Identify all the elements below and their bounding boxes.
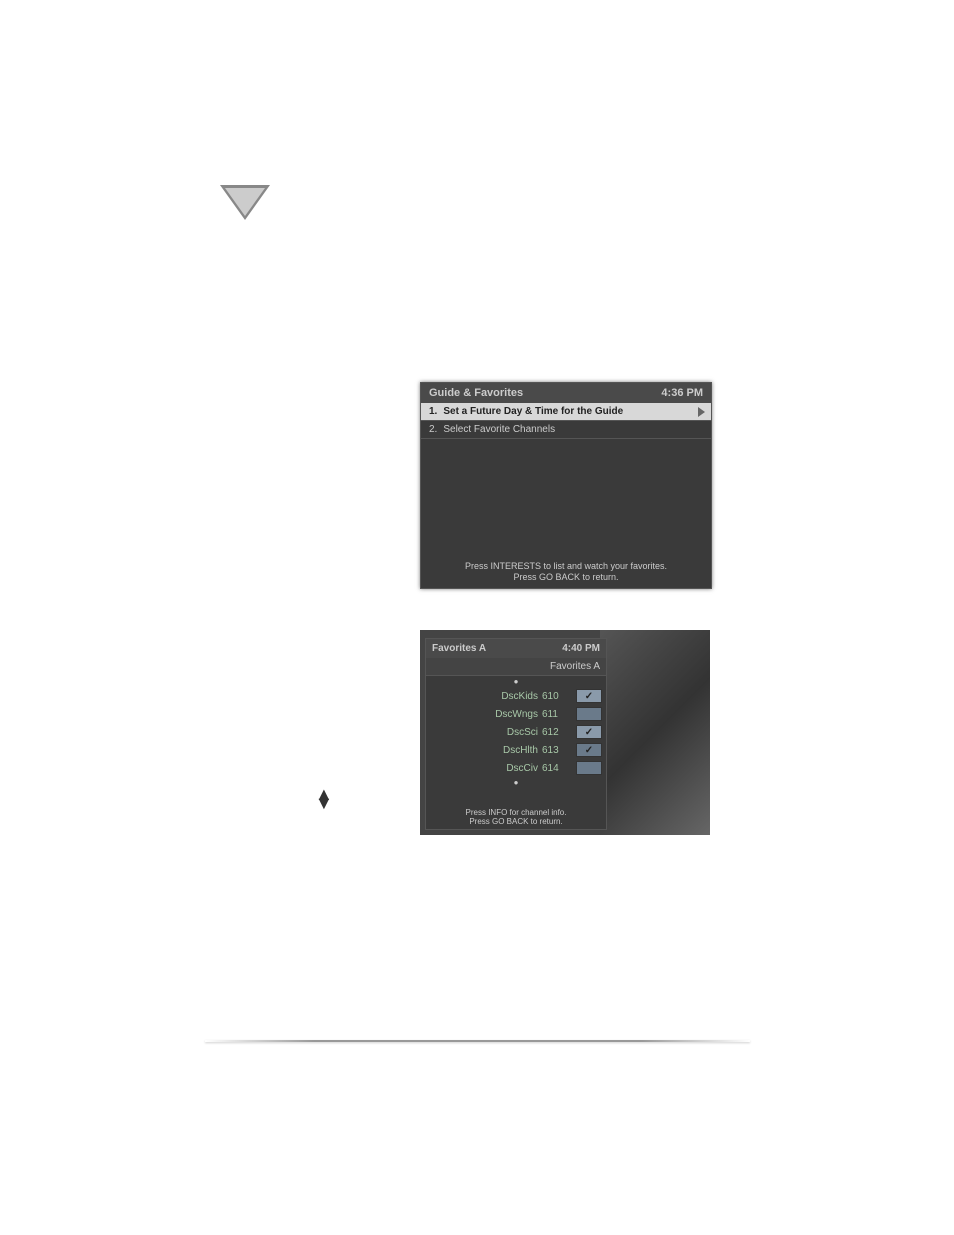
panel1-footer: Press INTERESTS to list and watch your f… (421, 561, 711, 584)
menu-item-num: 1. (429, 406, 437, 417)
menu-item-label: Set a Future Day & Time for the Guide (443, 406, 623, 417)
channel-name: DscWngs (430, 709, 542, 720)
scroll-down-dot[interactable]: ● (426, 777, 606, 788)
panel2-footer: Press INFO for channel info. Press GO BA… (426, 808, 606, 827)
scroll-up-dot[interactable]: ● (426, 676, 606, 687)
channel-name: DscSci (430, 727, 542, 738)
panel1-title: Guide & Favorites (429, 387, 523, 399)
panel2-footer-line1: Press INFO for channel info. (426, 808, 606, 818)
menu-item-select-favorites[interactable]: 2. Select Favorite Channels (421, 421, 711, 439)
channel-num: 613 (542, 745, 570, 756)
fav-row[interactable]: DscHlth 613 (426, 741, 606, 759)
favorites-panel: Favorites A 4:40 PM Favorites A ● DscKid… (425, 638, 607, 830)
panel2-time: 4:40 PM (562, 643, 600, 654)
panel1-time: 4:36 PM (661, 387, 703, 399)
horizontal-divider (205, 1040, 750, 1042)
channel-num: 614 (542, 763, 570, 774)
fav-row[interactable]: DscWngs 611 (426, 705, 606, 723)
channel-name: DscCiv (430, 763, 542, 774)
fav-row[interactable]: DscKids 610 (426, 687, 606, 705)
menu-item-label: Select Favorite Channels (443, 424, 555, 435)
fav-checkbox[interactable] (576, 743, 602, 757)
panel2-header: Favorites A 4:40 PM (426, 639, 606, 658)
panel1-footer-line1: Press INTERESTS to list and watch your f… (421, 561, 711, 573)
fav-row[interactable]: DscSci 612 (426, 723, 606, 741)
channel-num: 610 (542, 691, 570, 702)
panel1-footer-line2: Press GO BACK to return. (421, 572, 711, 584)
guide-favorites-panel: Guide & Favorites 4:36 PM 1. Set a Futur… (420, 382, 712, 589)
up-down-arrow-icon: ▲▼ (315, 790, 333, 808)
menu-item-set-future[interactable]: 1. Set a Future Day & Time for the Guide (421, 403, 711, 421)
panel1-header: Guide & Favorites 4:36 PM (421, 383, 711, 403)
fav-checkbox[interactable] (576, 689, 602, 703)
channel-name: DscHlth (430, 745, 542, 756)
channel-num: 612 (542, 727, 570, 738)
channel-num: 611 (542, 709, 570, 720)
channel-name: DscKids (430, 691, 542, 702)
fav-checkbox[interactable] (576, 761, 602, 775)
menu-item-num: 2. (429, 424, 437, 435)
fav-checkbox[interactable] (576, 707, 602, 721)
fav-row[interactable]: DscCiv 614 (426, 759, 606, 777)
fav-checkbox[interactable] (576, 725, 602, 739)
down-triangle-icon (220, 185, 270, 220)
panel2-footer-line2: Press GO BACK to return. (426, 817, 606, 827)
panel2-title: Favorites A (432, 643, 486, 654)
panel2-video-preview (600, 630, 710, 835)
panel2-column-header: Favorites A (426, 658, 606, 676)
favorites-panel-wrap: Favorites A 4:40 PM Favorites A ● DscKid… (420, 630, 710, 835)
